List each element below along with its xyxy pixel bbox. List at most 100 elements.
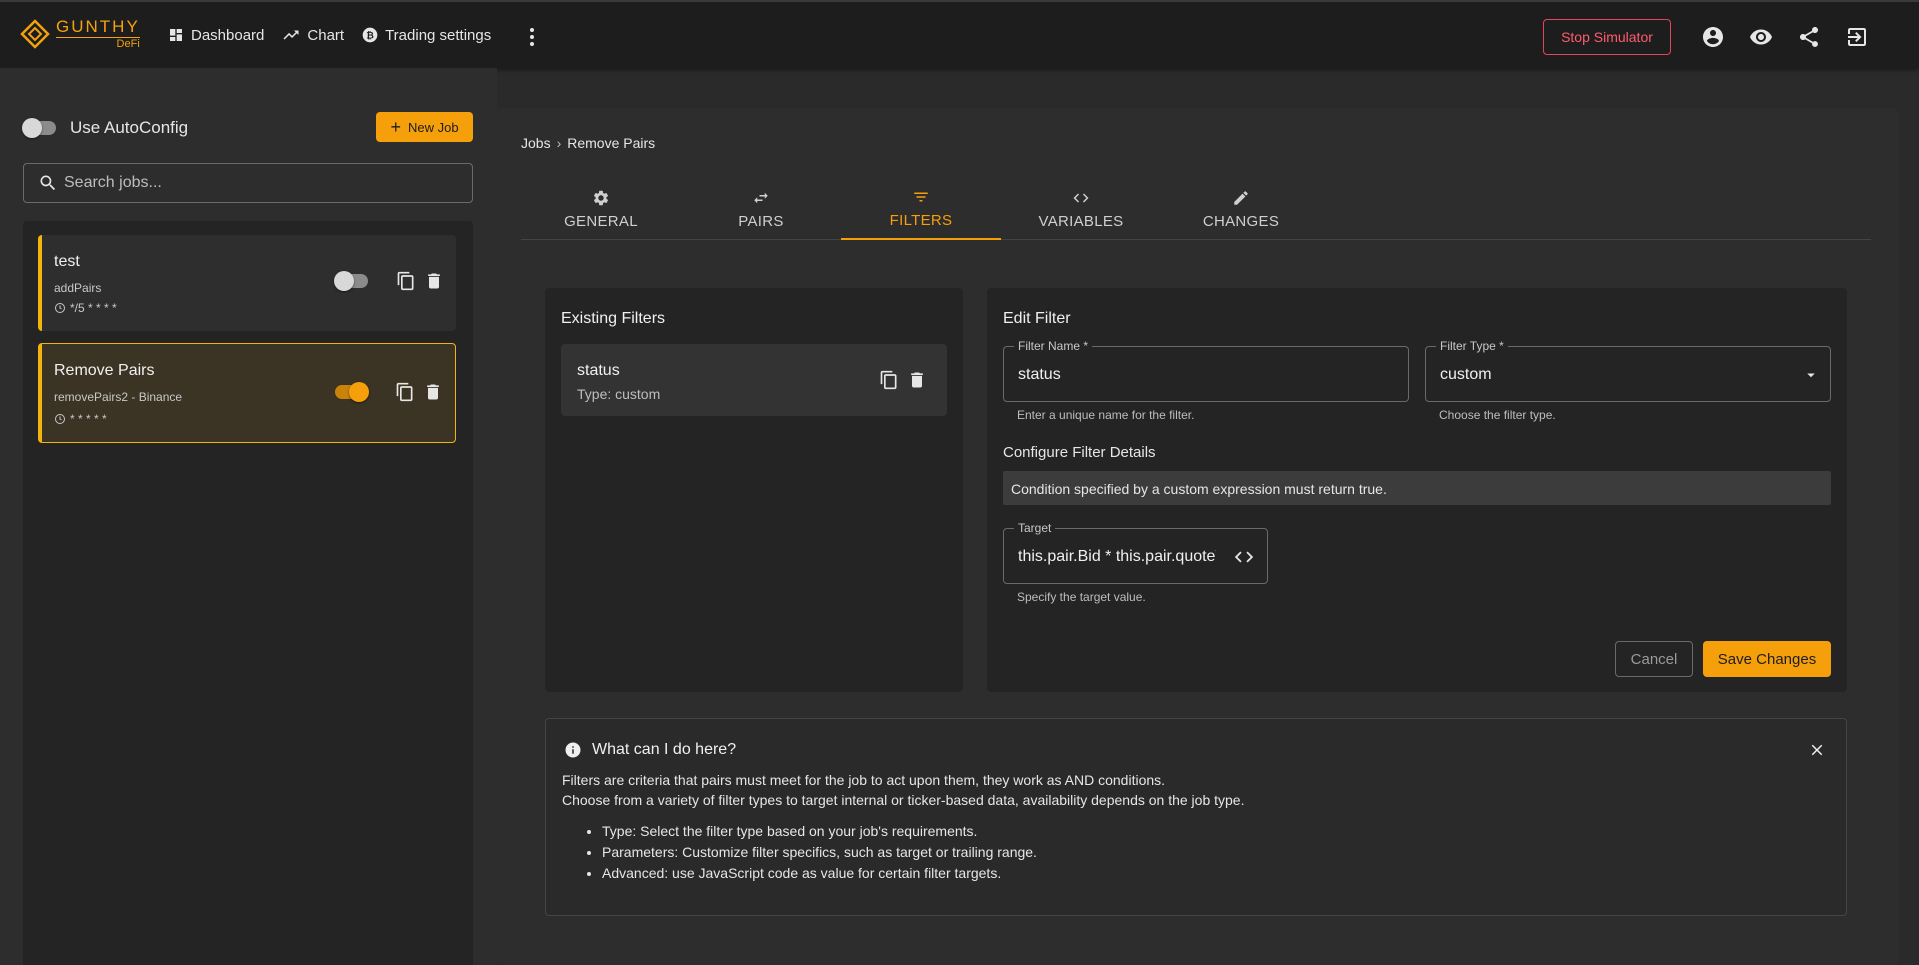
copy-icon[interactable] bbox=[395, 382, 415, 402]
filter-name-input[interactable]: status bbox=[1018, 366, 1061, 384]
bitcoin-icon: ₿ bbox=[362, 27, 378, 43]
close-icon[interactable] bbox=[1808, 741, 1826, 759]
copy-icon[interactable] bbox=[879, 370, 899, 390]
swap-icon bbox=[754, 192, 768, 203]
main-nav: Dashboard Chart ₿ Trading settings bbox=[168, 26, 509, 44]
tab-changes[interactable]: CHANGES bbox=[1161, 178, 1321, 240]
filter-item-status[interactable]: status Type: custom bbox=[561, 344, 947, 416]
plus-icon: + bbox=[390, 117, 401, 137]
job-schedule: * * * * * bbox=[54, 412, 107, 426]
job-schedule: */5 * * * * bbox=[54, 301, 117, 315]
filter-name-field[interactable]: Filter Name * status bbox=[1003, 339, 1409, 402]
job-search-field[interactable] bbox=[23, 163, 473, 203]
breadcrumb: Jobs › Remove Pairs bbox=[521, 135, 655, 151]
copy-icon[interactable] bbox=[396, 271, 416, 291]
tab-general[interactable]: GENERAL bbox=[521, 178, 681, 240]
clock-icon bbox=[55, 303, 65, 313]
job-cron: */5 * * * * bbox=[70, 301, 117, 315]
help-panel: What can I do here? Filters are criteria… bbox=[545, 718, 1847, 916]
edit-filter-card: Edit Filter Filter Name * status Enter a… bbox=[987, 288, 1847, 692]
existing-filters-title: Existing Filters bbox=[561, 310, 666, 327]
logout-icon[interactable] bbox=[1845, 25, 1869, 49]
new-job-button[interactable]: + New Job bbox=[376, 112, 473, 142]
autoconfig-label: Use AutoConfig bbox=[70, 118, 189, 137]
filter-type-label: Filter Type * bbox=[1436, 339, 1508, 353]
delete-icon[interactable] bbox=[907, 370, 927, 390]
job-name: Remove Pairs bbox=[54, 362, 155, 379]
filter-type: Type: custom bbox=[577, 386, 661, 402]
target-input[interactable]: this.pair.Bid * this.pair.quoteVolume bbox=[1018, 548, 1216, 566]
filter-name: status bbox=[577, 362, 620, 379]
job-type: addPairs bbox=[54, 281, 102, 295]
job-enable-switch[interactable] bbox=[335, 382, 369, 402]
tab-pairs-label: PAIRS bbox=[738, 212, 784, 230]
breadcrumb-jobs[interactable]: Jobs bbox=[521, 135, 551, 151]
pencil-icon bbox=[1234, 190, 1248, 205]
existing-filters-card: Existing Filters status Type: custom bbox=[545, 288, 963, 692]
job-card-remove-pairs[interactable]: Remove Pairs removePairs2 - Binance * * … bbox=[38, 343, 456, 443]
tab-filters-label: FILTERS bbox=[889, 211, 953, 229]
tab-changes-label: CHANGES bbox=[1202, 212, 1280, 230]
job-editor-panel: Jobs › Remove Pairs GENERAL PAIRS FILTER… bbox=[497, 108, 1898, 965]
brand-subtitle: DeFi bbox=[56, 37, 140, 50]
job-type: removePairs2 - Binance bbox=[54, 390, 183, 404]
nav-dashboard-label: Dashboard bbox=[191, 26, 265, 44]
help-bullet: Type: Select the filter type based on yo… bbox=[602, 823, 1037, 844]
tab-general-label: GENERAL bbox=[564, 212, 638, 230]
autoconfig-switch[interactable] bbox=[22, 118, 56, 138]
tab-variables[interactable]: VARIABLES bbox=[1001, 178, 1161, 240]
job-search-input[interactable] bbox=[64, 174, 444, 192]
share-icon[interactable] bbox=[1797, 25, 1821, 49]
filter-type-select[interactable]: Filter Type * custom bbox=[1425, 339, 1831, 402]
job-card-test[interactable]: test addPairs */5 * * * * bbox=[38, 235, 456, 331]
filter-name-helper: Enter a unique name for the filter. bbox=[1017, 408, 1195, 422]
nav-trading-settings-label: Trading settings bbox=[385, 26, 492, 44]
save-changes-button[interactable]: Save Changes bbox=[1703, 641, 1831, 677]
filter-actions bbox=[871, 370, 927, 390]
tab-pairs[interactable]: PAIRS bbox=[681, 178, 841, 240]
delete-icon[interactable] bbox=[424, 271, 444, 291]
delete-icon[interactable] bbox=[423, 382, 443, 402]
top-app-bar: GUNTHY DeFi Dashboard Chart ₿ Trading se… bbox=[0, 0, 1919, 68]
help-bullet: Parameters: Customize filter specifics, … bbox=[602, 844, 1037, 865]
configure-filter-title: Configure Filter Details bbox=[1003, 444, 1156, 461]
target-field[interactable]: Target this.pair.Bid * this.pair.quoteVo… bbox=[1003, 521, 1268, 584]
job-tabs: GENERAL PAIRS FILTERS VARIABLES CHANGES bbox=[521, 178, 1871, 240]
nav-chart[interactable]: Chart bbox=[282, 26, 344, 44]
jobs-list: test addPairs */5 * * * * Remove Pairs r… bbox=[23, 221, 473, 965]
eye-icon[interactable] bbox=[1749, 25, 1773, 49]
target-label: Target bbox=[1014, 521, 1056, 535]
job-actions bbox=[334, 271, 444, 291]
jobs-sidebar: Use AutoConfig + New Job test addPairs *… bbox=[0, 68, 497, 965]
breadcrumb-current: Remove Pairs bbox=[567, 135, 656, 151]
svg-text:₿: ₿ bbox=[366, 30, 374, 41]
new-job-label: New Job bbox=[407, 119, 459, 135]
job-actions bbox=[335, 382, 443, 402]
tab-filters[interactable]: FILTERS bbox=[841, 178, 1001, 240]
search-icon bbox=[40, 175, 56, 191]
job-cron: * * * * * bbox=[70, 412, 107, 426]
filter-name-label: Filter Name * bbox=[1014, 339, 1093, 353]
stop-simulator-button[interactable]: Stop Simulator bbox=[1543, 19, 1671, 55]
help-title-row: What can I do here? bbox=[564, 741, 736, 759]
autoconfig-toggle-row: Use AutoConfig bbox=[22, 118, 189, 138]
help-line-2: Choose from a variety of filter types to… bbox=[562, 792, 1245, 808]
nav-trading-settings[interactable]: ₿ Trading settings bbox=[362, 27, 491, 44]
clock-icon bbox=[55, 414, 65, 424]
account-circle-icon[interactable] bbox=[1701, 25, 1725, 49]
help-line-1: Filters are criteria that pairs must mee… bbox=[562, 772, 1166, 788]
code-icon[interactable] bbox=[1233, 546, 1255, 568]
filter-type-value: custom bbox=[1440, 366, 1492, 383]
code-icon bbox=[1073, 193, 1089, 202]
nav-dashboard[interactable]: Dashboard bbox=[168, 27, 264, 44]
job-name: test bbox=[54, 253, 80, 270]
arrow-drop-down-icon bbox=[1807, 373, 1815, 378]
cancel-button[interactable]: Cancel bbox=[1615, 641, 1693, 677]
help-bullet: Advanced: use JavaScript code as value f… bbox=[602, 865, 1037, 886]
help-title: What can I do here? bbox=[592, 741, 737, 758]
more-vert-icon[interactable] bbox=[524, 26, 540, 48]
brand-logo[interactable]: GUNTHY DeFi bbox=[20, 18, 140, 50]
brand-name: GUNTHY bbox=[56, 17, 140, 36]
job-enable-switch[interactable] bbox=[334, 271, 368, 291]
nav-chart-label: Chart bbox=[307, 26, 345, 44]
